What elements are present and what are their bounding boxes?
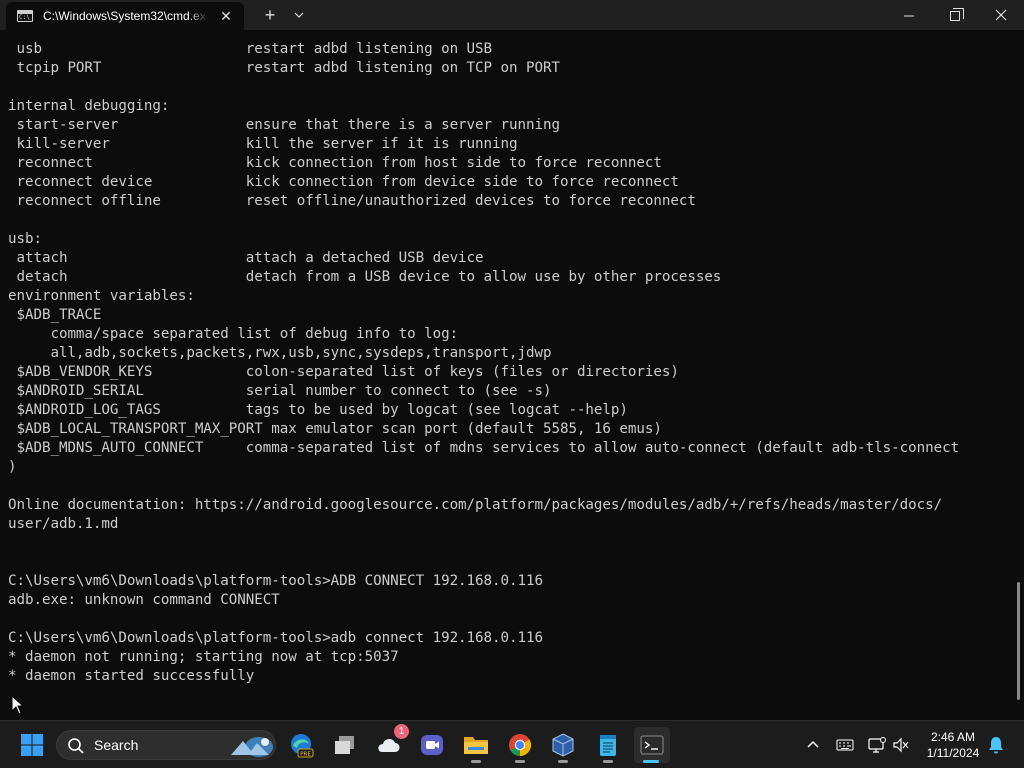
running-indicator [471,760,481,763]
console-line: Online documentation: https://android.go… [8,497,943,513]
keyboard-icon [836,739,854,751]
console-line: C:\Users\vm6\Downloads\platform-tools>AD… [8,573,543,589]
scrollbar-thumb[interactable] [1017,582,1020,700]
maximize-button[interactable] [932,0,978,30]
edge-beta-icon: PRE [291,734,314,758]
console-line: $ANDROID_SERIAL serial number to connect… [8,383,552,399]
close-window-button[interactable] [978,0,1024,30]
notifications-button[interactable] [986,735,1006,755]
taskbar-chrome[interactable] [502,727,538,763]
show-hidden-icons-button[interactable] [803,735,823,755]
volume-button[interactable] [891,735,911,755]
console-line: $ANDROID_LOG_TAGS tags to be used by log… [8,402,628,418]
network-icon [868,737,886,753]
console-line: $ADB_TRACE [8,307,102,323]
console-line: environment variables: [8,288,195,304]
console-line: tcpip PORT restart adbd listening on TCP… [8,60,560,76]
console-output[interactable]: usb restart adbd listening on USB tcpip … [0,30,1014,728]
console-line: $ADB_MDNS_AUTO_CONNECT comma-separated l… [8,440,960,456]
bell-icon [989,737,1003,754]
windows-logo-icon [21,734,43,756]
task-view-icon [335,736,354,754]
running-indicator [515,760,525,763]
cmd-icon [17,10,33,22]
start-button[interactable] [14,727,50,763]
keyboard-button[interactable] [835,735,855,755]
taskbar: Search PRE 1 2:46 AM 1/11/2024 [0,720,1024,768]
restore-icon [950,7,964,21]
console-line: comma/space separated list of debug info… [8,326,459,342]
tab-title: C:\Windows\System32\cmd.exe [43,9,208,23]
taskbar-weather[interactable]: 1 [371,724,409,763]
console-line: $ADB_VENDOR_KEYS colon-separated list of… [8,364,679,380]
taskbar-task-view[interactable] [327,727,363,763]
console-line: all,adb,sockets,packets,rwx,usb,sync,sys… [8,345,552,361]
running-indicator [558,760,568,763]
console-line: detach detach from a USB device to allow… [8,269,722,285]
console-line: C:\Users\vm6\Downloads\platform-tools>ad… [8,630,543,646]
virtualbox-icon [552,733,574,757]
svg-text:PRE: PRE [300,752,311,758]
taskbar-search[interactable]: Search [56,730,276,760]
console-line: reconnect offline reset offline/unauthor… [8,193,696,209]
clock-button[interactable]: 2:46 AM 1/11/2024 [920,729,986,761]
network-button[interactable] [867,735,887,755]
title-bar: C:\Windows\System32\cmd.exe ✕ + [0,0,1024,30]
console-line: start-server ensure that there is a serv… [8,117,560,133]
taskbar-meet[interactable] [414,727,450,763]
console-line: usb: [8,231,42,247]
search-icon [68,738,84,754]
taskbar-virtualbox[interactable] [545,727,581,763]
console-line: adb.exe: unknown command CONNECT [8,592,280,608]
chevron-down-icon [294,12,304,18]
console-line: ) [8,459,17,475]
console-line: internal debugging: [8,98,170,114]
search-highlight-icon [231,737,273,757]
chrome-icon [509,734,531,756]
tab-cmd[interactable]: C:\Windows\System32\cmd.exe ✕ [6,2,244,30]
tab-dropdown-button[interactable] [287,0,311,30]
close-icon [995,9,1007,21]
mouse-pointer-icon [11,695,25,715]
console-line: reconnect device kick connection from de… [8,174,679,190]
taskbar-edge-beta[interactable]: PRE [283,727,319,763]
search-label: Search [94,737,139,753]
terminal-icon [640,735,664,755]
console-line: reconnect kick connection from host side… [8,155,662,171]
clock-date: 1/11/2024 [926,746,980,760]
meet-icon [421,735,443,755]
running-indicator [603,760,613,763]
taskbar-file-explorer[interactable] [458,727,494,763]
new-tab-button[interactable]: + [256,0,284,30]
console-line: kill-server kill the server if it is run… [8,136,518,152]
minimize-button[interactable] [886,0,932,30]
taskbar-terminal[interactable] [634,727,670,763]
close-tab-button[interactable]: ✕ [218,8,234,24]
console-line: user/adb.1.md [8,516,119,532]
file-explorer-icon [464,737,488,754]
taskbar-notepad[interactable] [590,727,626,763]
active-indicator [643,760,659,763]
console-line: * daemon not running; starting now at tc… [8,649,399,665]
console-scrollbar[interactable] [1014,30,1024,728]
chevron-up-icon [807,740,819,748]
console-line: attach attach a detached USB device [8,250,484,266]
notepad-icon [600,735,616,756]
minimize-icon [904,15,914,17]
console-line: * daemon started successfully [8,668,255,684]
clock-time: 2:46 AM [930,730,976,744]
console-line: $ADB_LOCAL_TRANSPORT_MAX_PORT max emulat… [8,421,662,437]
speaker-muted-icon [893,737,909,753]
notification-badge: 1 [394,724,409,739]
console-line: usb restart adbd listening on USB [8,41,493,57]
